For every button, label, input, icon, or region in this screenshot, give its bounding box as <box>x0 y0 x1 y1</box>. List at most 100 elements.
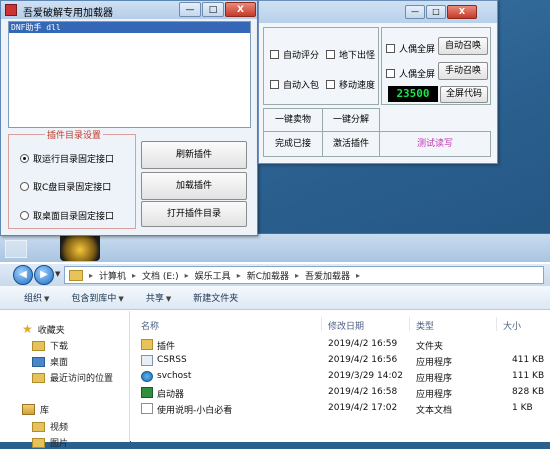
column-divider[interactable] <box>496 317 497 331</box>
include-in-library-menu[interactable]: 包含到库中 ▼ <box>71 291 123 304</box>
plugin-list-item[interactable]: DNF助手 dll <box>9 22 250 33</box>
file-modified: 2019/4/2 16:58 <box>328 387 398 397</box>
summon-box: 人偶全屏 自动召唤 人偶全屏 手动召唤 23500 全屏代码 <box>381 27 491 105</box>
checkbox-underground-monsters[interactable]: 地下出怪 <box>326 48 375 61</box>
column-header-name[interactable]: 名称 <box>141 319 159 332</box>
close-button[interactable]: X <box>225 2 256 17</box>
fullscreen-code-button[interactable]: 全屏代码 <box>440 86 488 103</box>
launcher-app-icon <box>141 387 153 398</box>
minimize-button[interactable]: — <box>405 5 425 19</box>
file-name: 插件 <box>157 342 176 352</box>
radio-c-drive-directory[interactable]: 取C盘目录固定接口 <box>20 180 111 193</box>
column-divider[interactable] <box>409 317 410 331</box>
chevron-down-icon: ▼ <box>44 295 50 303</box>
helper-titlebar[interactable]: — □ X <box>259 1 497 23</box>
file-row[interactable]: 插件 2019/4/2 16:59 文件夹 <box>131 337 550 353</box>
nav-libraries[interactable]: 库 <box>22 403 49 416</box>
column-header-size[interactable]: 大小 <box>503 319 521 332</box>
file-name: 启动器 <box>157 390 185 400</box>
checkbox-auto-pickup[interactable]: 自动入包 <box>270 78 319 91</box>
nav-desktop[interactable]: 桌面 <box>32 355 68 368</box>
forward-button[interactable]: ▶ <box>34 265 54 285</box>
file-row[interactable]: CSRSS 2019/4/2 16:56 应用程序 411 KB <box>131 353 550 369</box>
radio-run-directory[interactable]: 取运行目录固定接口 <box>20 152 114 165</box>
manual-summon-button[interactable]: 手动召唤 <box>438 62 488 80</box>
breadcrumb-computer[interactable]: 计算机 <box>99 269 126 282</box>
complete-accepted-button[interactable]: 完成已接 <box>263 131 323 157</box>
column-divider[interactable] <box>321 317 322 331</box>
auto-summon-button[interactable]: 自动召唤 <box>438 37 488 55</box>
maximize-button[interactable]: □ <box>202 2 224 17</box>
breadcrumb-separator-icon: ▸ <box>236 270 241 280</box>
file-row[interactable]: 使用说明-小白必看 2019/4/2 17:02 文本文档 1 KB <box>131 401 550 417</box>
breadcrumb-drive[interactable]: 文档 (E:) <box>142 269 179 282</box>
nav-recent-places[interactable]: 最近访问的位置 <box>32 371 113 384</box>
nav-favorites[interactable]: ★ 收藏夹 <box>22 322 65 336</box>
recent-pages-chevron-icon[interactable]: ▼ <box>55 270 60 278</box>
close-button[interactable]: X <box>447 5 477 19</box>
file-modified: 2019/4/2 16:56 <box>328 355 398 365</box>
window-title: 吾爱破解专用加载器 <box>23 8 113 19</box>
open-plugin-directory-button[interactable]: 打开插件目录 <box>141 201 247 227</box>
folder-icon <box>69 269 83 281</box>
recent-places-icon <box>32 372 45 383</box>
plugin-directory-group: 插件目录设置 取运行目录固定接口 取C盘目录固定接口 取桌面目录固定接口 <box>8 128 136 229</box>
game-shortcut-icon[interactable] <box>60 233 100 261</box>
column-header-modified[interactable]: 修改日期 <box>328 319 364 332</box>
file-size: 828 KB <box>512 387 545 397</box>
star-icon: ★ <box>22 322 33 336</box>
file-row[interactable]: svchost 2019/3/29 14:02 应用程序 111 KB <box>131 369 550 385</box>
radio-desktop-directory[interactable]: 取桌面目录固定接口 <box>20 209 114 222</box>
file-type: 文本文档 <box>416 406 453 416</box>
pictures-icon <box>32 437 45 448</box>
share-menu[interactable]: 共享 ▼ <box>146 291 171 304</box>
explorer-command-bar: 组织 ▼ 包含到库中 ▼ 共享 ▼ 新建文件夹 <box>0 286 550 310</box>
back-button[interactable]: ◀ <box>13 265 33 285</box>
folder-icon <box>141 339 153 350</box>
checkbox-puppet-fullscreen-1[interactable]: 人偶全屏 <box>386 42 435 55</box>
load-plugins-button[interactable]: 加载插件 <box>141 172 247 200</box>
file-row[interactable]: 启动器 2019/4/2 16:58 应用程序 828 KB <box>131 385 550 401</box>
maximize-button[interactable]: □ <box>426 5 446 19</box>
library-icon <box>22 404 35 415</box>
videos-icon <box>32 421 45 432</box>
new-folder-button[interactable]: 新建文件夹 <box>193 291 238 304</box>
sell-all-button[interactable]: 一键卖物 <box>263 108 323 132</box>
breadcrumb-folder-1[interactable]: 娱乐工具 <box>195 269 231 282</box>
desktop-shortcut-icon[interactable] <box>5 240 27 258</box>
loader-titlebar[interactable]: 吾爱破解专用加载器 — □ X <box>1 1 257 19</box>
nav-pictures[interactable]: 图片 <box>32 436 68 449</box>
nav-videos[interactable]: 视频 <box>32 420 68 433</box>
activate-plugin-button[interactable]: 激活插件 <box>322 131 380 157</box>
checkbox-puppet-fullscreen-2[interactable]: 人偶全屏 <box>386 67 435 80</box>
checkbox-auto-score[interactable]: 自动评分 <box>270 48 319 61</box>
file-modified: 2019/4/2 16:59 <box>328 339 398 349</box>
plugin-list[interactable]: DNF助手 dll <box>8 21 251 128</box>
file-list: 名称 修改日期 类型 大小 插件 2019/4/2 16:59 文件夹 CSRS… <box>131 311 550 442</box>
breadcrumb-separator-icon: ▸ <box>295 270 300 280</box>
file-name: 使用说明-小白必看 <box>157 406 233 416</box>
minimize-button[interactable]: — <box>179 2 201 17</box>
downloads-folder-icon <box>32 340 45 351</box>
loader-window: 吾爱破解专用加载器 — □ X DNF助手 dll 插件目录设置 取运行目录固定… <box>0 0 258 236</box>
group-title: 插件目录设置 <box>45 128 104 141</box>
checkbox-icon <box>326 50 335 59</box>
radio-icon <box>20 154 29 163</box>
refresh-plugins-button[interactable]: 刷新插件 <box>141 141 247 169</box>
breadcrumb-folder-2[interactable]: 新C加载器 <box>247 269 289 282</box>
nav-downloads[interactable]: 下载 <box>32 339 68 352</box>
checkbox-icon <box>326 80 335 89</box>
checkbox-move-speed[interactable]: 移动速度 <box>326 78 375 91</box>
breadcrumb-current-folder[interactable]: 吾爱加载器 <box>305 269 350 282</box>
checkbox-icon <box>386 69 395 78</box>
desktop-icon <box>32 356 45 367</box>
test-read-write-button[interactable]: 测试读写 <box>379 131 491 157</box>
app-icon <box>5 4 17 16</box>
organize-menu[interactable]: 组织 ▼ <box>24 291 49 304</box>
file-name: svchost <box>157 371 192 381</box>
address-bar[interactable]: ▸ 计算机 ▸ 文档 (E:) ▸ 娱乐工具 ▸ 新C加载器 ▸ 吾爱加载器 ▸ <box>64 266 544 284</box>
column-header-type[interactable]: 类型 <box>416 319 434 332</box>
split-all-button[interactable]: 一键分解 <box>322 108 380 132</box>
file-size: 111 KB <box>512 371 545 381</box>
file-type: 应用程序 <box>416 374 453 384</box>
